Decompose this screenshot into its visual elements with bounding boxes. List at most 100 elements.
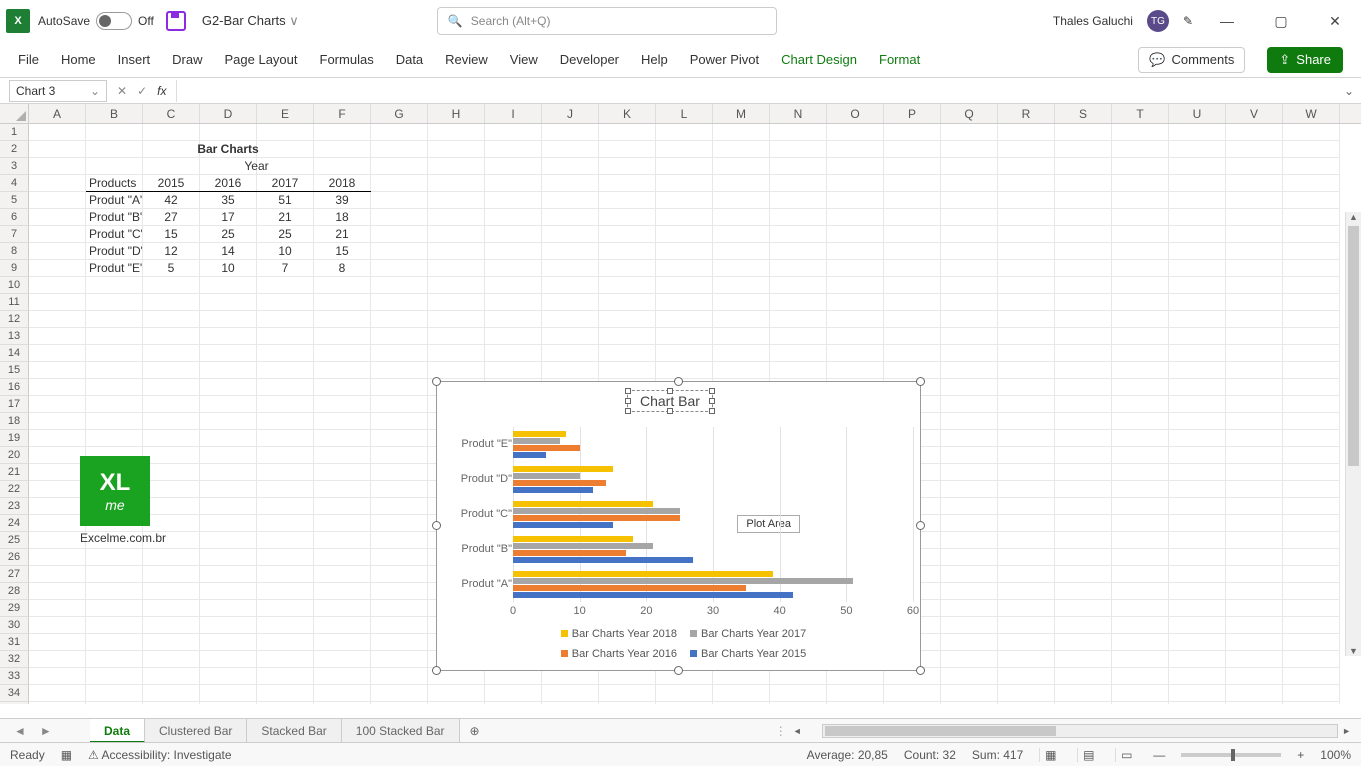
row-header[interactable]: 28 [0, 583, 29, 600]
chart-bar[interactable] [513, 550, 626, 556]
row-header[interactable]: 18 [0, 413, 29, 430]
tab-format[interactable]: Format [879, 52, 920, 67]
zoom-out-button[interactable]: — [1153, 748, 1165, 762]
row-header[interactable]: 11 [0, 294, 29, 311]
avatar[interactable]: TG [1147, 10, 1169, 32]
row-header[interactable]: 31 [0, 634, 29, 651]
scroll-thumb[interactable] [1348, 226, 1359, 466]
column-header[interactable]: Q [941, 104, 998, 123]
cell[interactable]: 27 [143, 209, 200, 226]
column-header[interactable]: N [770, 104, 827, 123]
chart-bar[interactable] [513, 571, 773, 577]
cell[interactable]: 17 [200, 209, 257, 226]
column-header[interactable]: K [599, 104, 656, 123]
row-header[interactable]: 26 [0, 549, 29, 566]
sheet-next-icon[interactable]: ► [40, 724, 52, 738]
row-header[interactable]: 20 [0, 447, 29, 464]
resize-handle[interactable] [916, 377, 925, 386]
cell[interactable]: 21 [314, 226, 371, 243]
row-header[interactable]: 15 [0, 362, 29, 379]
row-header[interactable]: 9 [0, 260, 29, 277]
resize-handle[interactable] [432, 377, 441, 386]
chart-bar[interactable] [513, 592, 793, 598]
name-box[interactable]: Chart 3⌄ [9, 80, 107, 102]
search-input[interactable]: 🔍 Search (Alt+Q) [437, 7, 777, 35]
cell[interactable]: 2015 [143, 175, 200, 192]
sheet-tab-data[interactable]: Data [90, 719, 145, 743]
cell[interactable]: 42 [143, 192, 200, 209]
document-name[interactable]: G2-Bar Charts ∨ [202, 13, 299, 29]
autosave-toggle[interactable]: AutoSave Off [38, 12, 154, 30]
cell[interactable]: Produt "B" [86, 209, 143, 226]
row-header[interactable]: 30 [0, 617, 29, 634]
tab-review[interactable]: Review [445, 52, 488, 67]
cell[interactable]: 51 [257, 192, 314, 209]
column-header[interactable]: W [1283, 104, 1340, 123]
chart-bar[interactable] [513, 557, 693, 563]
zoom-level[interactable]: 100% [1320, 748, 1351, 762]
horizontal-scrollbar[interactable]: ◄ ► [793, 724, 1361, 738]
row-header[interactable]: 8 [0, 243, 29, 260]
row-header[interactable]: 12 [0, 311, 29, 328]
chart-object[interactable]: Chart Bar Plot Area Bar Charts Year 2018… [436, 381, 921, 671]
tab-insert[interactable]: Insert [118, 52, 151, 67]
chart-bar[interactable] [513, 445, 580, 451]
tab-power-pivot[interactable]: Power Pivot [690, 52, 759, 67]
tab-chart-design[interactable]: Chart Design [781, 52, 857, 67]
tab-view[interactable]: View [510, 52, 538, 67]
tab-developer[interactable]: Developer [560, 52, 619, 67]
page-layout-button[interactable]: ▤ [1077, 748, 1099, 762]
sheet-tab-clustered[interactable]: Clustered Bar [145, 719, 247, 743]
scroll-up-icon[interactable]: ▲ [1346, 212, 1361, 222]
cell[interactable]: Produt "C" [86, 226, 143, 243]
column-headers[interactable]: ABCDEFGHIJKLMNOPQRSTUVW [29, 104, 1361, 124]
resize-handle[interactable] [674, 666, 683, 675]
chart-bar[interactable] [513, 487, 593, 493]
chart-bar[interactable] [513, 452, 546, 458]
minimize-button[interactable]: — [1207, 13, 1247, 29]
chart-bar[interactable] [513, 480, 606, 486]
cell[interactable]: 10 [257, 243, 314, 260]
row-header[interactable]: 21 [0, 464, 29, 481]
chart-bar[interactable] [513, 466, 613, 472]
cell[interactable]: 5 [143, 260, 200, 277]
resize-handle[interactable] [432, 666, 441, 675]
zoom-in-button[interactable]: + [1297, 748, 1304, 762]
new-sheet-button[interactable]: ⊕ [460, 724, 490, 738]
resize-handle[interactable] [916, 521, 925, 530]
row-header[interactable]: 6 [0, 209, 29, 226]
row-header[interactable]: 34 [0, 685, 29, 702]
row-header[interactable]: 5 [0, 192, 29, 209]
confirm-icon[interactable]: ✓ [137, 84, 147, 98]
chart-bar[interactable] [513, 578, 853, 584]
user-name[interactable]: Thales Galuchi [1053, 14, 1133, 28]
column-header[interactable]: G [371, 104, 428, 123]
share-button[interactable]: ⇪ Share [1267, 47, 1343, 73]
column-header[interactable]: E [257, 104, 314, 123]
column-header[interactable]: B [86, 104, 143, 123]
row-header[interactable]: 29 [0, 600, 29, 617]
tab-formulas[interactable]: Formulas [320, 52, 374, 67]
column-header[interactable]: T [1112, 104, 1169, 123]
chart-bar[interactable] [513, 515, 680, 521]
tab-home[interactable]: Home [61, 52, 96, 67]
row-header[interactable]: 13 [0, 328, 29, 345]
worksheet-grid[interactable]: ABCDEFGHIJKLMNOPQRSTUVW 1234567891011121… [0, 104, 1361, 704]
cell[interactable]: Produt "D" [86, 243, 143, 260]
row-header[interactable]: 3 [0, 158, 29, 175]
row-header[interactable]: 7 [0, 226, 29, 243]
resize-handle[interactable] [916, 666, 925, 675]
tab-page-layout[interactable]: Page Layout [225, 52, 298, 67]
column-header[interactable]: L [656, 104, 713, 123]
column-header[interactable]: F [314, 104, 371, 123]
chart-bar[interactable] [513, 431, 566, 437]
accessibility-status[interactable]: ⚠ Accessibility: Investigate [88, 748, 232, 762]
resize-handle[interactable] [432, 521, 441, 530]
sheet-prev-icon[interactable]: ◄ [14, 724, 26, 738]
column-header[interactable]: V [1226, 104, 1283, 123]
vertical-scrollbar[interactable]: ▲ ▼ [1345, 212, 1361, 656]
formula-expand-icon[interactable]: ⌄ [1337, 84, 1361, 98]
cancel-icon[interactable]: ✕ [117, 84, 127, 98]
tab-data[interactable]: Data [396, 52, 423, 67]
tab-draw[interactable]: Draw [172, 52, 202, 67]
